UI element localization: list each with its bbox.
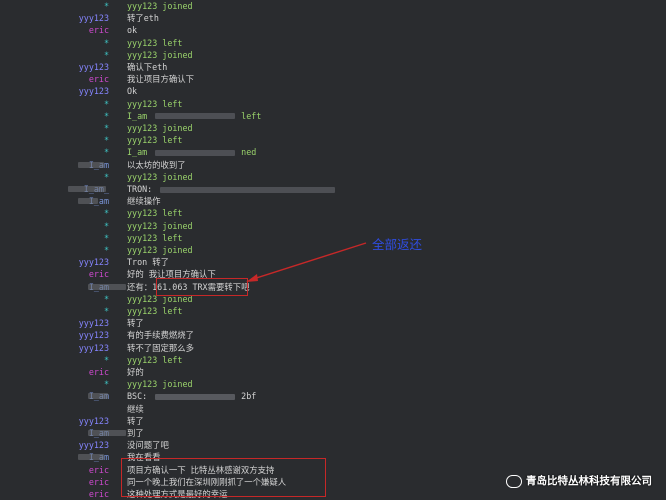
watermark-company: 青岛比特丛林科技有限公司 — [526, 475, 652, 487]
wechat-icon — [506, 474, 522, 488]
annotation-label: 全部返还 — [372, 237, 423, 252]
watermark: 青岛比特丛林科技有限公司 — [506, 473, 652, 488]
annotation-arrow — [246, 242, 367, 282]
